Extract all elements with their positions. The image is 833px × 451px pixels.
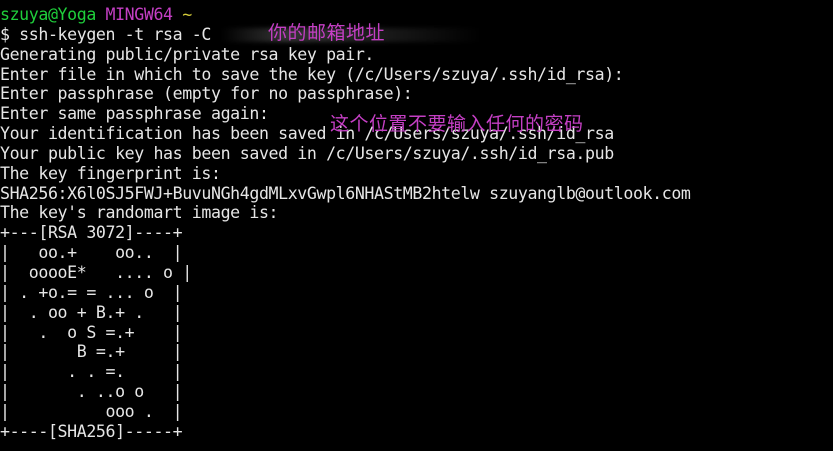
randomart-line: | oo.+ oo.. | [0,243,183,263]
prompt-cwd: ~ [182,5,192,24]
randomart-line: | B =.+ | [0,342,183,362]
command-text: $ ssh-keygen -t rsa -C [0,24,211,44]
randomart-line: | . . =. | [0,362,183,382]
output-line: Your public key has been saved in /c/Use… [0,143,614,163]
prompt-line: szuya@Yoga MINGW64 ~ [0,5,833,25]
randomart-line: +----[SHA256]-----+ [0,421,183,441]
randomart-line: | . oo + B.+ . | [0,302,183,322]
output-line: Enter passphrase (empty for no passphras… [0,84,413,104]
prompt-user-host: szuya@Yoga [0,5,96,24]
email-hint-annotation: 你的邮箱地址 [268,22,386,44]
randomart-line: +---[RSA 3072]----+ [0,223,183,243]
output-line: Enter file in which to save the key (/c/… [0,64,624,84]
randomart-line: | ooo . | [0,401,183,421]
passphrase-hint-annotation: 这个位置不要输入任何的密码 [330,113,584,135]
output-line: The key fingerprint is: [0,163,221,183]
prompt-shell: MINGW64 [105,5,174,24]
output-line: Generating public/private rsa key pair. [0,44,375,64]
randomart-line: | . ..o o | [0,382,183,402]
randomart-line: | . +o.= = ... o | [0,282,183,302]
command-line: $ ssh-keygen -t rsa -C [0,25,833,45]
fingerprint-line: SHA256:X6l0SJ5FWJ+BuvuNGh4gdMLxvGwpl6NHA… [0,183,691,203]
randomart-line: | ooooE* .... o | [0,262,192,282]
terminal-window[interactable]: szuya@Yoga MINGW64 ~ $ ssh-keygen -t rsa… [0,0,833,451]
randomart-line: | . o S =.+ | [0,322,183,342]
output-line: The key's randomart image is: [0,203,279,223]
